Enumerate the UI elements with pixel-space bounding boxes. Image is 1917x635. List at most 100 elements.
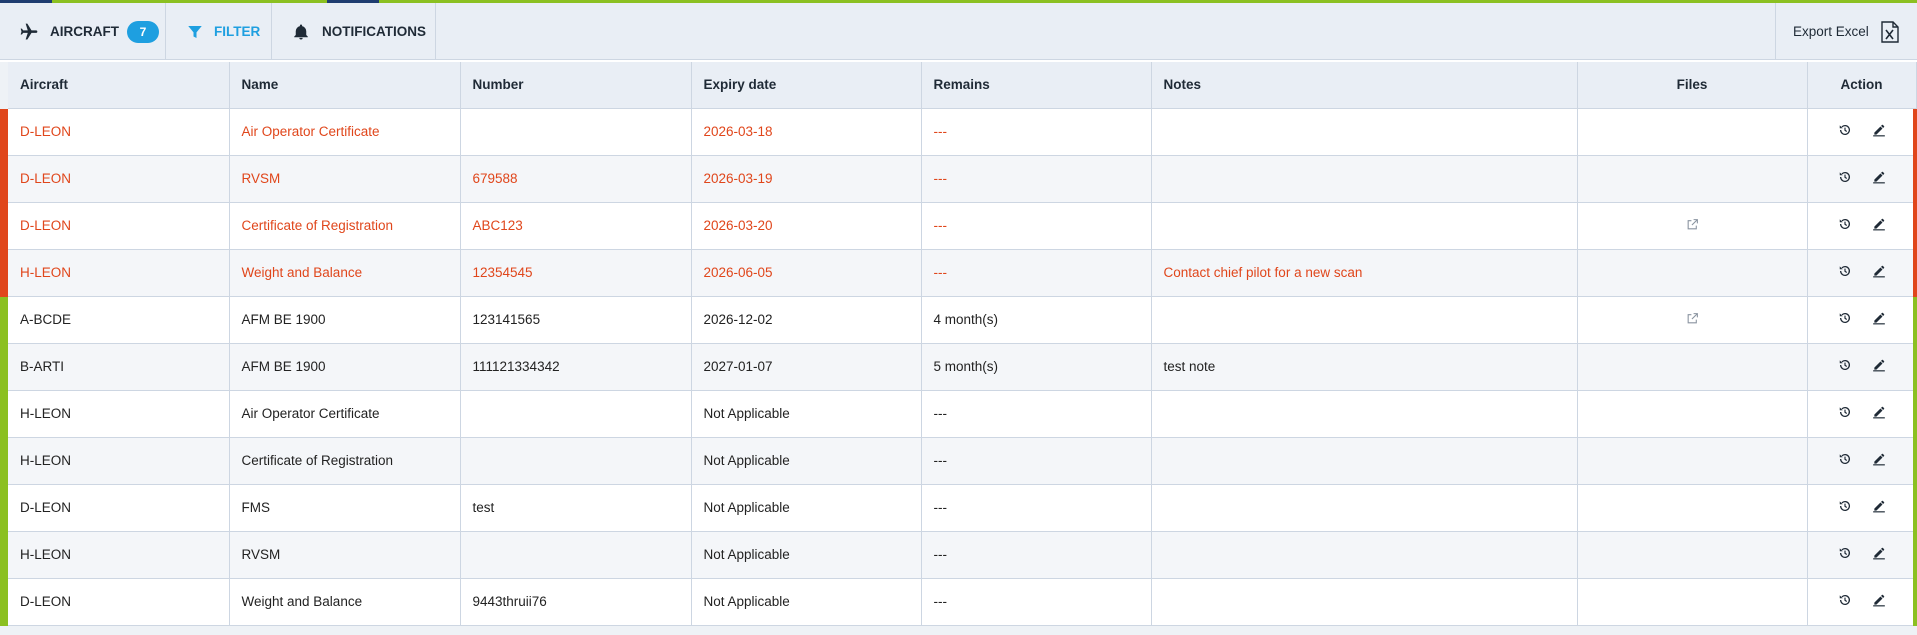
edit-icon[interactable]	[1872, 405, 1886, 419]
cell-remains: 5 month(s)	[921, 343, 1152, 391]
export-excel-label: Export Excel	[1793, 24, 1869, 39]
cell-expiry-date: 2026-03-19	[691, 155, 922, 203]
cell-notes	[1151, 108, 1578, 156]
cell-files	[1577, 296, 1808, 344]
column-header-remains[interactable]: Remains	[921, 62, 1152, 109]
cell-expiry-date: 2026-12-02	[691, 296, 922, 344]
cell-number: 679588	[460, 155, 692, 203]
cell-aircraft: D-LEON	[8, 578, 230, 626]
edit-icon[interactable]	[1872, 546, 1886, 560]
cell-remains: ---	[921, 202, 1152, 250]
cell-remains: ---	[921, 155, 1152, 203]
tab-aircraft-label: AIRCRAFT	[50, 24, 119, 39]
table-row[interactable]: H-LEON Air Operator Certificate Not Applic…	[8, 390, 1917, 438]
cell-name: AFM BE 1900	[229, 343, 461, 391]
edit-icon[interactable]	[1872, 170, 1886, 184]
history-icon[interactable]	[1838, 546, 1852, 560]
column-header-aircraft[interactable]: Aircraft	[8, 62, 230, 109]
table-row[interactable]: A-BCDE AFM BE 1900 123141565 2026-12-02 4 mo…	[8, 296, 1917, 344]
history-icon[interactable]	[1838, 264, 1852, 278]
table-row[interactable]: H-LEON Certificate of Registration Not App…	[8, 437, 1917, 485]
cell-name: RVSM	[229, 155, 461, 203]
cell-aircraft: H-LEON	[8, 437, 230, 485]
tab-aircraft[interactable]: AIRCRAFT 7	[0, 3, 166, 60]
cell-notes	[1151, 531, 1578, 579]
history-icon[interactable]	[1838, 405, 1852, 419]
table-row[interactable]: H-LEON RVSM Not Applicable ---	[8, 531, 1917, 579]
cell-action	[1807, 578, 1917, 626]
column-header-expiry-date[interactable]: Expiry date	[691, 62, 922, 109]
table-row[interactable]: H-LEON Weight and Balance 12354545 2026-06-…	[8, 249, 1917, 297]
edit-icon[interactable]	[1872, 452, 1886, 466]
cell-number: 12354545	[460, 249, 692, 297]
cell-notes	[1151, 484, 1578, 532]
history-icon[interactable]	[1838, 311, 1852, 325]
cell-aircraft: H-LEON	[8, 531, 230, 579]
history-icon[interactable]	[1838, 358, 1852, 372]
cell-remains: ---	[921, 578, 1152, 626]
aircraft-count-badge: 7	[127, 20, 159, 43]
cell-aircraft: B-ARTI	[8, 343, 230, 391]
cell-remains: ---	[921, 108, 1152, 156]
cell-name: FMS	[229, 484, 461, 532]
history-icon[interactable]	[1838, 499, 1852, 513]
cell-aircraft: H-LEON	[8, 249, 230, 297]
edit-icon[interactable]	[1872, 217, 1886, 231]
cell-expiry-date: 2027-01-07	[691, 343, 922, 391]
cell-action	[1807, 484, 1917, 532]
history-icon[interactable]	[1838, 123, 1852, 137]
row-status-stripe	[1913, 391, 1917, 438]
cell-expiry-date: 2026-03-18	[691, 108, 922, 156]
row-status-stripe	[0, 156, 8, 203]
edit-icon[interactable]	[1872, 264, 1886, 278]
table-row[interactable]: B-ARTI AFM BE 1900 111121334342 2027-01-07 5…	[8, 343, 1917, 391]
edit-icon[interactable]	[1872, 358, 1886, 372]
external-link-icon[interactable]	[1686, 312, 1699, 325]
row-status-stripe	[1913, 579, 1917, 626]
history-icon[interactable]	[1838, 452, 1852, 466]
column-header-files[interactable]: Files	[1577, 62, 1808, 109]
table-row[interactable]: D-LEON FMS test Not Applicable ---	[8, 484, 1917, 532]
cell-files	[1577, 390, 1808, 438]
cell-number: test	[460, 484, 692, 532]
cell-action	[1807, 249, 1917, 297]
column-header-name[interactable]: Name	[229, 62, 461, 109]
cell-name: Certificate of Registration	[229, 202, 461, 250]
cell-expiry-date: Not Applicable	[691, 484, 922, 532]
cell-notes	[1151, 202, 1578, 250]
tab-notifications[interactable]: NOTIFICATIONS	[272, 3, 436, 60]
row-status-stripe	[0, 297, 8, 344]
row-status-stripe	[0, 579, 8, 626]
table-row[interactable]: D-LEON Air Operator Certificate 2026-03-18…	[8, 108, 1917, 156]
export-excel-button[interactable]: Export Excel	[1775, 3, 1917, 60]
cell-aircraft: H-LEON	[8, 390, 230, 438]
external-link-icon[interactable]	[1686, 218, 1699, 231]
cell-expiry-date: 2026-06-05	[691, 249, 922, 297]
cell-name: Air Operator Certificate	[229, 390, 461, 438]
table-row[interactable]: D-LEON RVSM 679588 2026-03-19 ---	[8, 155, 1917, 203]
cell-number: 111121334342	[460, 343, 692, 391]
cell-action	[1807, 296, 1917, 344]
edit-icon[interactable]	[1872, 593, 1886, 607]
cell-remains: 4 month(s)	[921, 296, 1152, 344]
edit-icon[interactable]	[1872, 499, 1886, 513]
history-icon[interactable]	[1838, 593, 1852, 607]
table-row[interactable]: D-LEON Weight and Balance 9443thruii76 Not …	[8, 578, 1917, 626]
cell-files	[1577, 249, 1808, 297]
edit-icon[interactable]	[1872, 123, 1886, 137]
column-header-action: Action	[1807, 62, 1917, 109]
column-header-notes[interactable]: Notes	[1151, 62, 1578, 109]
cell-aircraft: D-LEON	[8, 484, 230, 532]
cell-number: 123141565	[460, 296, 692, 344]
history-icon[interactable]	[1838, 217, 1852, 231]
table-row[interactable]: D-LEON Certificate of Registration ABC123 2…	[8, 202, 1917, 250]
cell-expiry-date: Not Applicable	[691, 390, 922, 438]
edit-icon[interactable]	[1872, 311, 1886, 325]
table-header-row: Aircraft Name Number Expiry date Remains…	[8, 62, 1917, 109]
history-icon[interactable]	[1838, 170, 1852, 184]
column-header-number[interactable]: Number	[460, 62, 692, 109]
cell-number	[460, 531, 692, 579]
tab-filter[interactable]: FILTER	[166, 3, 272, 60]
cell-name: Weight and Balance	[229, 249, 461, 297]
cell-number	[460, 390, 692, 438]
